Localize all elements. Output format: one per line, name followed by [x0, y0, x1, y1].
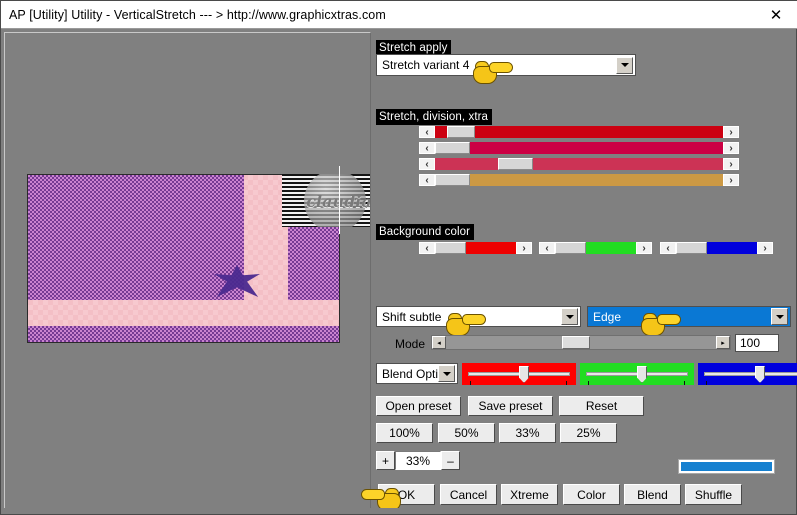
status-strip	[3, 508, 796, 512]
image-preview[interactable]: claudia	[4, 32, 371, 510]
close-icon[interactable]: ✕	[754, 1, 797, 28]
blend-blue-trackbar[interactable]	[698, 363, 797, 385]
reset-button[interactable]: Reset	[559, 396, 644, 416]
stretch-division-label: Stretch, division, xtra	[376, 109, 493, 125]
zoom-out-button[interactable]: –	[441, 451, 460, 470]
scroll-right-icon[interactable]: ›	[636, 242, 652, 254]
bg-green-slider[interactable]: ‹ ›	[539, 242, 652, 254]
scroll-right-icon[interactable]: ›	[723, 126, 739, 138]
blend-blue-track	[704, 372, 797, 376]
zoom-100-button[interactable]: 100%	[376, 423, 433, 443]
stretch-slider-1[interactable]: ‹ ›	[419, 126, 739, 138]
stretch-slider-4-track[interactable]	[435, 174, 723, 186]
blend-green-trackbar[interactable]	[580, 363, 694, 385]
bg-red-slider[interactable]: ‹ ›	[419, 242, 532, 254]
bg-green-thumb[interactable]	[555, 242, 586, 254]
blend-option-value: Blend Opti	[382, 366, 438, 381]
scroll-left-icon[interactable]: ‹	[419, 174, 435, 186]
background-color-label: Background color	[376, 224, 475, 240]
chevron-down-icon[interactable]	[438, 365, 455, 382]
shift-dropdown[interactable]: Shift subtle	[376, 306, 581, 327]
ok-button[interactable]: OK	[378, 484, 435, 505]
edge-value: Edge	[593, 309, 622, 324]
progress-bar	[678, 459, 775, 474]
stretch-variant-value: Stretch variant 4	[382, 58, 470, 72]
xtreme-button[interactable]: Xtreme	[501, 484, 558, 505]
scroll-left-icon[interactable]: ‹	[419, 126, 435, 138]
zoom-stepper[interactable]: + 33% –	[376, 451, 460, 470]
mode-value-field[interactable]: 100	[735, 334, 779, 352]
stretch-slider-3-thumb[interactable]	[498, 158, 533, 170]
mode-slider-thumb[interactable]	[562, 336, 591, 349]
zoom-level-value: 33%	[395, 451, 441, 470]
bg-blue-thumb[interactable]	[676, 242, 707, 254]
mode-slider-track[interactable]	[446, 336, 716, 349]
chevron-down-icon[interactable]	[616, 56, 633, 74]
scroll-left-icon[interactable]: ‹	[539, 242, 555, 254]
shift-value: Shift subtle	[382, 309, 442, 324]
mode-increase-icon[interactable]: ▸	[716, 336, 730, 349]
control-panel: Stretch apply Stretch variant 4 Stretch,…	[361, 32, 797, 511]
stretch-slider-2-thumb[interactable]	[435, 142, 470, 154]
bg-red-track[interactable]	[435, 242, 516, 254]
tick-icon	[684, 381, 685, 385]
bg-red-thumb[interactable]	[435, 242, 466, 254]
preview-region-bottom-band	[28, 326, 339, 342]
watermark-logo: claudia	[282, 174, 370, 227]
stretch-slider-3-track[interactable]	[435, 158, 723, 170]
blend-option-dropdown[interactable]: Blend Opti	[376, 363, 458, 384]
stretch-slider-1-thumb[interactable]	[446, 126, 476, 138]
chevron-down-icon[interactable]	[771, 308, 788, 325]
blend-button[interactable]: Blend	[624, 484, 681, 505]
blend-blue-thumb[interactable]	[755, 366, 765, 383]
cancel-button[interactable]: Cancel	[440, 484, 497, 505]
tick-icon	[706, 381, 707, 385]
scroll-right-icon[interactable]: ›	[723, 142, 739, 154]
scroll-right-icon[interactable]: ›	[757, 242, 773, 254]
save-preset-button[interactable]: Save preset	[468, 396, 553, 416]
stretch-slider-4[interactable]: ‹ ›	[419, 174, 739, 186]
edge-dropdown[interactable]: Edge	[587, 306, 791, 327]
zoom-50-button[interactable]: 50%	[438, 423, 495, 443]
bg-blue-slider[interactable]: ‹ ›	[660, 242, 773, 254]
color-button[interactable]: Color	[563, 484, 620, 505]
watermark-divider	[339, 166, 340, 234]
application-window: AP [Utility] Utility - VerticalStretch -…	[0, 0, 797, 515]
zoom-25-button[interactable]: 25%	[560, 423, 617, 443]
mode-decrease-icon[interactable]: ◂	[432, 336, 446, 349]
scroll-left-icon[interactable]: ‹	[419, 142, 435, 154]
scroll-right-icon[interactable]: ›	[723, 174, 739, 186]
tick-icon	[588, 381, 589, 385]
scroll-left-icon[interactable]: ‹	[419, 158, 435, 170]
bg-blue-track[interactable]	[676, 242, 757, 254]
blend-green-thumb[interactable]	[637, 366, 647, 383]
shuffle-button[interactable]: Shuffle	[685, 484, 742, 505]
tick-icon	[566, 381, 567, 385]
zoom-33-button[interactable]: 33%	[499, 423, 556, 443]
preview-region-main	[28, 175, 244, 300]
mode-label: Mode	[395, 337, 426, 351]
bg-green-track[interactable]	[555, 242, 636, 254]
watermark-text: claudia	[296, 192, 370, 211]
scroll-left-icon[interactable]: ‹	[660, 242, 676, 254]
blend-red-trackbar[interactable]	[462, 363, 576, 385]
zoom-in-button[interactable]: +	[376, 451, 395, 470]
chevron-down-icon[interactable]	[561, 308, 578, 325]
stretch-slider-1-track[interactable]	[435, 126, 723, 138]
stretch-slider-2-track[interactable]	[435, 142, 723, 154]
mode-slider[interactable]: ◂ ▸	[431, 335, 731, 350]
tick-icon	[470, 381, 471, 385]
progress-bar-fill	[681, 462, 772, 471]
stretch-slider-3[interactable]: ‹ ›	[419, 158, 739, 170]
scroll-right-icon[interactable]: ›	[723, 158, 739, 170]
title-bar: AP [Utility] Utility - VerticalStretch -…	[1, 1, 797, 29]
stretch-variant-dropdown[interactable]: Stretch variant 4	[376, 54, 636, 76]
blend-red-thumb[interactable]	[519, 366, 529, 383]
scroll-right-icon[interactable]: ›	[516, 242, 532, 254]
stretch-slider-4-thumb[interactable]	[435, 174, 470, 186]
window-title: AP [Utility] Utility - VerticalStretch -…	[9, 7, 386, 22]
scroll-left-icon[interactable]: ‹	[419, 242, 435, 254]
stretch-slider-2[interactable]: ‹ ›	[419, 142, 739, 154]
open-preset-button[interactable]: Open preset	[376, 396, 461, 416]
